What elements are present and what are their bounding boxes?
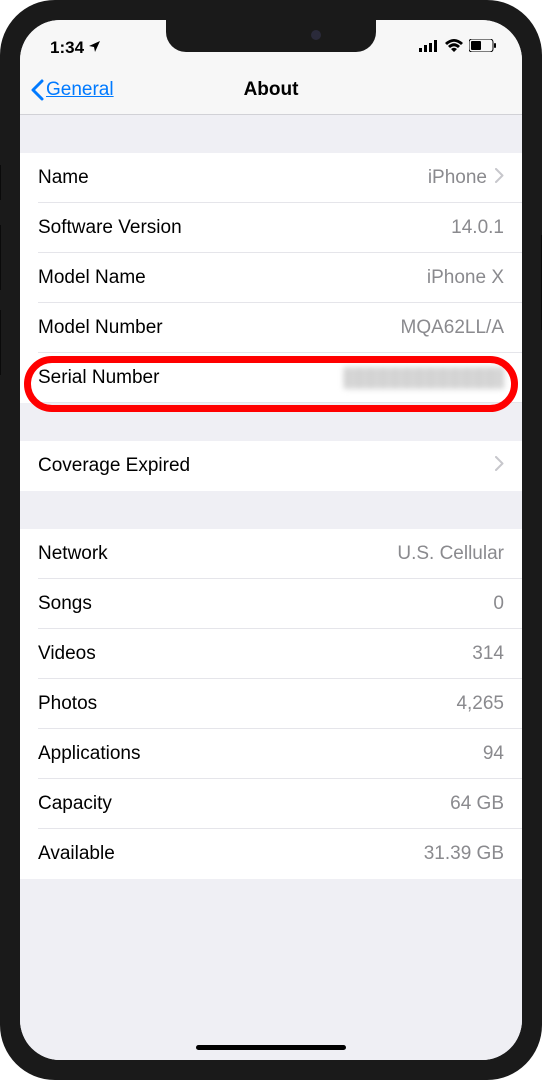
screen: 1:34 General <box>20 20 522 1060</box>
applications-value: 94 <box>483 743 504 765</box>
model-number-label: Model Number <box>38 317 163 339</box>
capacity-value: 64 GB <box>450 793 504 815</box>
content[interactable]: Name iPhone Software Version 14.0.1 Mode… <box>20 115 522 1060</box>
volume-down-button <box>0 310 1 375</box>
model-number-value: MQA62LL/A <box>401 317 505 339</box>
row-applications[interactable]: Applications 94 <box>20 729 522 779</box>
songs-label: Songs <box>38 593 92 615</box>
back-label: General <box>46 79 114 101</box>
available-value: 31.39 GB <box>424 843 504 865</box>
serial-number-value <box>344 367 504 389</box>
spacer <box>20 491 522 529</box>
wifi-icon <box>445 39 463 57</box>
applications-label: Applications <box>38 743 140 765</box>
row-capacity[interactable]: Capacity 64 GB <box>20 779 522 829</box>
row-name[interactable]: Name iPhone <box>20 153 522 203</box>
network-value: U.S. Cellular <box>397 543 504 565</box>
notch <box>166 20 376 52</box>
group-stats: Network U.S. Cellular Songs 0 Videos 314… <box>20 529 522 879</box>
photos-label: Photos <box>38 693 97 715</box>
battery-icon <box>469 39 497 57</box>
videos-label: Videos <box>38 643 96 665</box>
row-videos[interactable]: Videos 314 <box>20 629 522 679</box>
redacted-serial <box>344 367 504 389</box>
group-device-info: Name iPhone Software Version 14.0.1 Mode… <box>20 153 522 403</box>
software-version-label: Software Version <box>38 217 182 239</box>
row-available[interactable]: Available 31.39 GB <box>20 829 522 879</box>
row-software-version[interactable]: Software Version 14.0.1 <box>20 203 522 253</box>
back-button[interactable]: General <box>20 79 114 101</box>
cellular-icon <box>419 39 439 57</box>
row-songs[interactable]: Songs 0 <box>20 579 522 629</box>
software-version-value: 14.0.1 <box>451 217 504 239</box>
row-network[interactable]: Network U.S. Cellular <box>20 529 522 579</box>
model-name-value: iPhone X <box>427 267 504 289</box>
spacer <box>20 115 522 153</box>
nav-bar: General About <box>20 65 522 115</box>
row-model-number[interactable]: Model Number MQA62LL/A <box>20 303 522 353</box>
name-value: iPhone <box>428 167 504 189</box>
home-indicator[interactable] <box>196 1045 346 1050</box>
network-label: Network <box>38 543 108 565</box>
volume-up-button <box>0 225 1 290</box>
status-right <box>419 39 497 57</box>
photos-value: 4,265 <box>456 693 504 715</box>
chevron-left-icon <box>30 79 44 101</box>
phone-frame: 1:34 General <box>0 0 542 1080</box>
chevron-right-icon <box>495 455 504 477</box>
spacer <box>20 403 522 441</box>
page-title: About <box>244 79 299 101</box>
coverage-label: Coverage Expired <box>38 455 190 477</box>
serial-number-label: Serial Number <box>38 367 159 389</box>
location-icon <box>88 38 101 58</box>
row-serial-number[interactable]: Serial Number <box>20 353 522 403</box>
row-photos[interactable]: Photos 4,265 <box>20 679 522 729</box>
available-label: Available <box>38 843 115 865</box>
camera-dot <box>311 30 321 40</box>
row-model-name[interactable]: Model Name iPhone X <box>20 253 522 303</box>
status-time: 1:34 <box>50 38 84 58</box>
row-coverage[interactable]: Coverage Expired <box>20 441 522 491</box>
spacer <box>20 879 522 939</box>
chevron-right-icon <box>495 167 504 189</box>
videos-value: 314 <box>472 643 504 665</box>
songs-value: 0 <box>493 593 504 615</box>
group-coverage: Coverage Expired <box>20 441 522 491</box>
mute-switch <box>0 165 1 200</box>
status-left: 1:34 <box>50 38 101 58</box>
model-name-label: Model Name <box>38 267 146 289</box>
coverage-chevron <box>495 455 504 477</box>
name-label: Name <box>38 167 89 189</box>
capacity-label: Capacity <box>38 793 112 815</box>
